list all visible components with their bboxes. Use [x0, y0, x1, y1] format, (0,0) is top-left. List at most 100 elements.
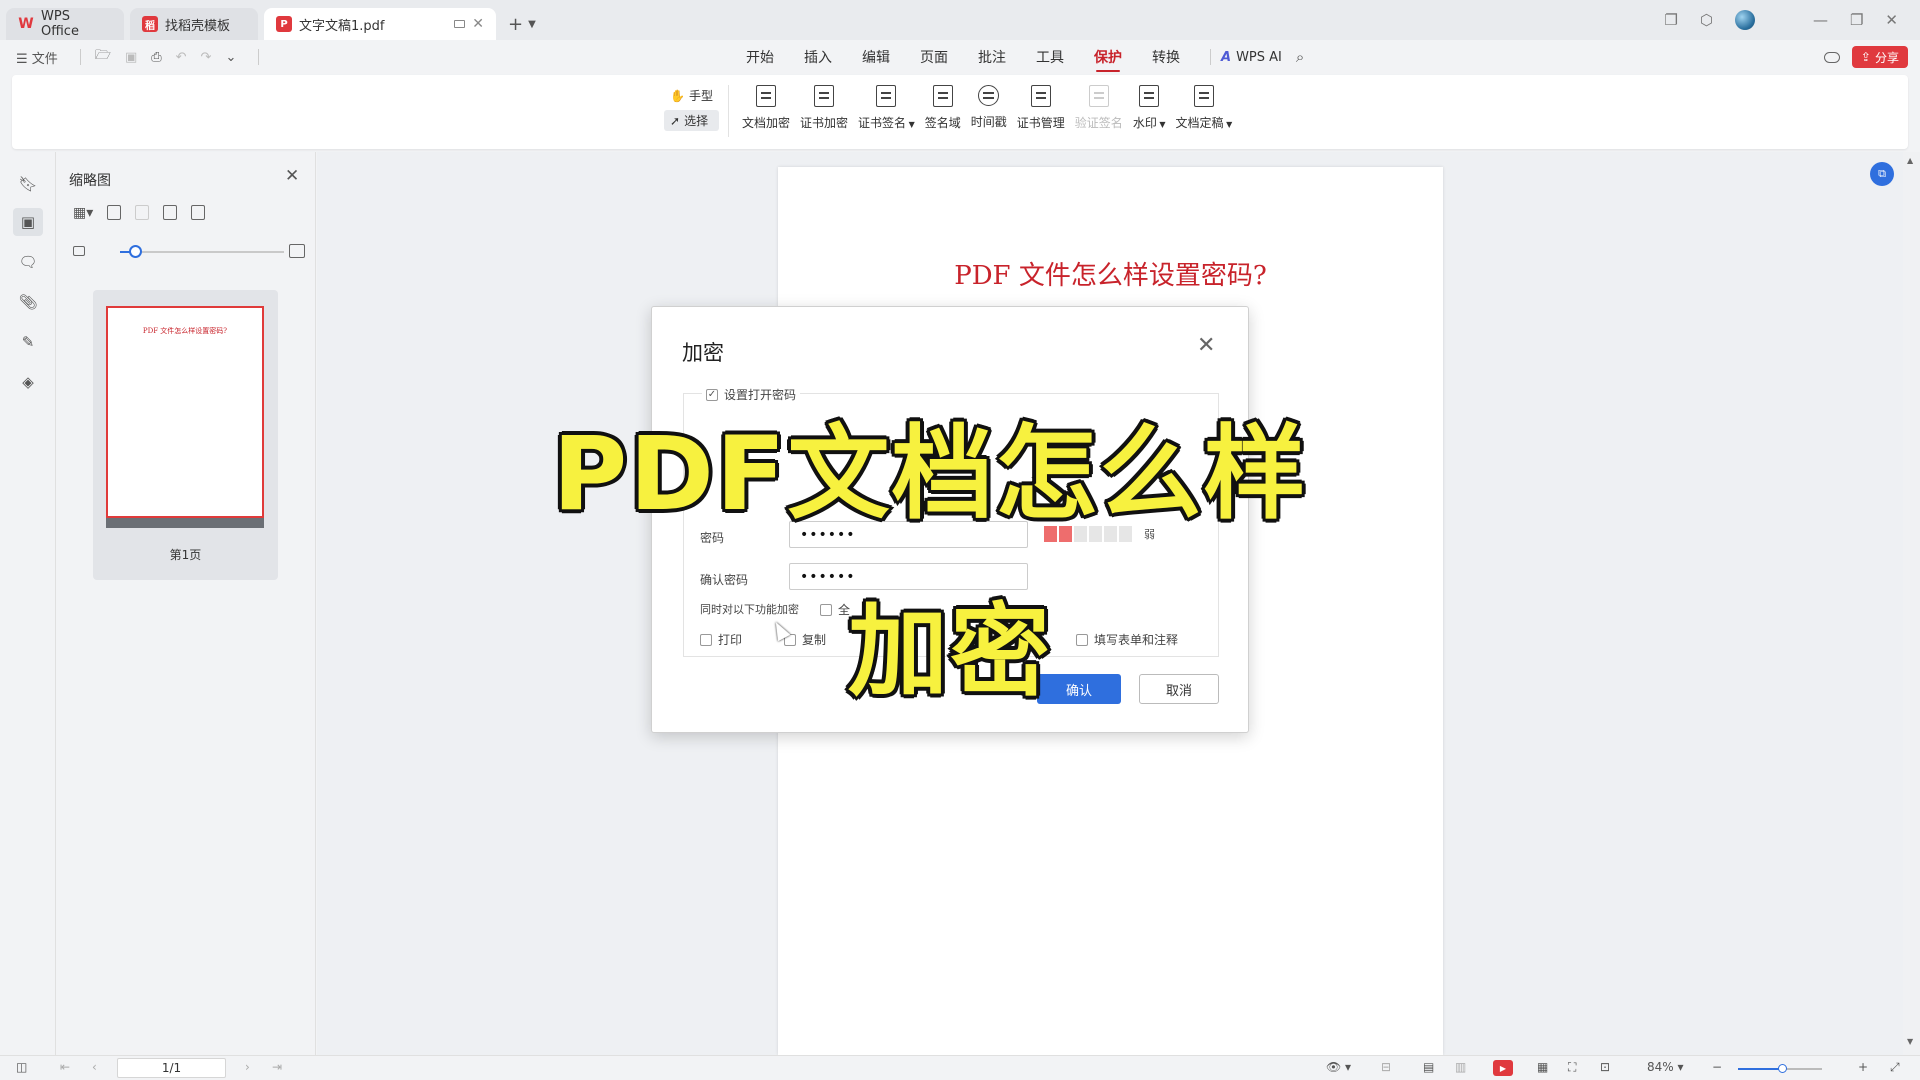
first-page-icon[interactable]: ⇤	[60, 1060, 70, 1074]
paste-page-icon[interactable]	[191, 205, 206, 220]
close-window-icon[interactable]: ✕	[1885, 11, 1898, 29]
thumbnail-page-text: PDF 文件怎么样设置密码?	[142, 327, 228, 335]
zoom-out-icon[interactable]: −	[1712, 1060, 1722, 1074]
menu-right: ⇪ 分享	[1823, 46, 1908, 68]
reading-mode-icon[interactable]: ⊡	[1600, 1060, 1610, 1074]
watermark-button[interactable]: 水印 ▼	[1131, 85, 1168, 131]
comment-icon[interactable]: 🗨︎	[16, 250, 40, 274]
hand-tool-button[interactable]: ✋ 手型	[664, 85, 719, 106]
window-layout-icon[interactable]: ❐	[1664, 11, 1677, 29]
redo-icon[interactable]: ↷	[201, 50, 212, 65]
undo-icon[interactable]: ↶	[176, 50, 187, 65]
next-page-icon[interactable]: ›	[245, 1060, 250, 1074]
last-page-icon[interactable]: ⇥	[272, 1060, 282, 1074]
tab-daoke-template[interactable]: 稻 找稻壳模板	[130, 8, 258, 40]
open-folder-icon[interactable]: 🗁	[95, 46, 111, 68]
hand-label: 手型	[688, 89, 713, 103]
translate-float-icon[interactable]: ⧉	[1870, 162, 1894, 186]
certificate-manage-button[interactable]: 证书管理	[1015, 85, 1067, 131]
avatar[interactable]	[1734, 10, 1755, 30]
select-label: 选择	[684, 114, 709, 128]
tab-tools[interactable]: 工具	[1036, 40, 1064, 74]
new-tab-button[interactable]: + ▼	[508, 8, 536, 40]
scroll-up-icon[interactable]: ▲	[1907, 156, 1913, 165]
share-button[interactable]: ⇪ 分享	[1851, 46, 1908, 68]
timestamp-button[interactable]: 时间戳	[969, 85, 1009, 131]
prev-page-icon[interactable]: ‹	[92, 1060, 97, 1074]
share-label: 分享	[1874, 50, 1899, 65]
layers-icon[interactable]: ◈	[16, 370, 40, 394]
fit-page-icon[interactable]: ⛶	[1568, 1060, 1576, 1075]
scroll-down-icon[interactable]: ▼	[1907, 1037, 1913, 1046]
columns-view-icon[interactable]: ▦	[1537, 1060, 1548, 1074]
print-icon[interactable]: ⎙	[151, 50, 161, 65]
tab-insert[interactable]: 插入	[804, 40, 832, 74]
cube-icon[interactable]: ⬡	[1700, 11, 1713, 29]
tab-annotate[interactable]: 批注	[978, 40, 1006, 74]
encrypt-document-button[interactable]: 文档加密	[740, 85, 792, 131]
tool-label: 证书管理	[1016, 116, 1065, 130]
delete-page-icon[interactable]	[135, 205, 150, 220]
zoom-slider-knob[interactable]	[1778, 1064, 1787, 1073]
thumbnail-zoom-knob[interactable]	[129, 245, 143, 258]
close-panel-icon[interactable]: ✕	[285, 166, 299, 186]
certificate-sign-button[interactable]: 证书签名 ▼	[856, 85, 917, 131]
tab-start[interactable]: 开始	[746, 40, 774, 74]
cloud-sync-icon[interactable]	[1823, 51, 1840, 63]
monitor-icon[interactable]	[454, 20, 466, 28]
thumbnail-icon[interactable]: ▣	[13, 208, 43, 236]
zoom-in-icon[interactable]: +	[1858, 1060, 1868, 1074]
tool-text: 证书签名	[858, 116, 907, 130]
tab-page[interactable]: 页面	[920, 40, 948, 74]
zoom-level[interactable]: 84% ▾	[1647, 1060, 1684, 1074]
chevron-down-icon: ▼	[906, 120, 915, 129]
attachment-icon[interactable]: 📎︎	[16, 290, 40, 314]
sidebar-toggle-icon[interactable]: ◫	[16, 1060, 27, 1074]
minimize-icon[interactable]: —	[1813, 11, 1828, 29]
tool-label: 水印 ▼	[1133, 114, 1166, 131]
eye-view-icon[interactable]: 👁︎ ▾	[1326, 1060, 1351, 1074]
tab-wps-office[interactable]: W WPS Office	[6, 8, 124, 40]
tool-label: 证书签名 ▼	[858, 114, 915, 131]
close-tab-icon[interactable]: ✕	[472, 16, 484, 32]
wps-ai-button[interactable]: A WPS AI	[1221, 50, 1282, 65]
save-icon[interactable]: ▣	[125, 50, 137, 65]
signature-field-icon	[932, 85, 953, 107]
restore-icon[interactable]: ❐	[1850, 11, 1863, 29]
finalize-document-button[interactable]: 文档定稿 ▼	[1174, 85, 1235, 131]
record-icon[interactable]: ▶	[1493, 1060, 1513, 1076]
thumbnail-zoom-track[interactable]	[120, 251, 284, 253]
tab-convert[interactable]: 转换	[1152, 40, 1180, 74]
signature-field-button[interactable]: 签名域	[923, 85, 963, 131]
more-dropdown-icon[interactable]: ⌄	[225, 50, 236, 65]
chevron-down-icon: ▼	[1223, 120, 1233, 129]
fit-width-icon[interactable]: ⊟	[1381, 1060, 1391, 1074]
add-page-icon[interactable]	[107, 205, 122, 220]
tab-protect[interactable]: 保护	[1094, 40, 1122, 74]
file-label: 文件	[31, 51, 58, 67]
page-number-input[interactable]: 1/1	[117, 1058, 226, 1078]
fullscreen-icon[interactable]: ⤢	[1890, 1060, 1900, 1075]
certificate-encrypt-button[interactable]: 证书加密	[798, 85, 850, 131]
search-icon[interactable]: ⌕	[1296, 48, 1304, 66]
verify-signature-button[interactable]: 验证签名	[1073, 85, 1125, 131]
tool-text: 水印	[1132, 116, 1157, 130]
tool-label: 验证签名	[1074, 116, 1123, 130]
grid-view-icon[interactable]: ▦▾	[73, 205, 93, 221]
small-image-icon[interactable]	[73, 246, 85, 256]
document-title: PDF 文件怎么样设置密码?	[954, 261, 1267, 291]
large-image-icon[interactable]	[289, 244, 305, 258]
copy-page-icon[interactable]	[163, 205, 178, 220]
tool-label: 证书加密	[800, 116, 849, 130]
tab-edit[interactable]: 编辑	[862, 40, 890, 74]
signature-pen-icon[interactable]: ✎	[16, 330, 40, 354]
two-page-icon[interactable]: ▥	[1455, 1060, 1466, 1074]
file-menu[interactable]: ☰ 文件	[16, 48, 58, 67]
bookmark-icon[interactable]: 🔖︎	[16, 172, 40, 196]
dialog-close-icon[interactable]: ✕	[1197, 333, 1215, 358]
single-page-icon[interactable]: ▤	[1423, 1060, 1434, 1074]
protect-tools: 文档加密 证书加密 证书签名 ▼ 签名域 时间戳 证书管理 验证签名 水印 ▼	[740, 85, 1234, 131]
cursor-mode-group: ✋ 手型 ➚ 选择	[664, 85, 719, 131]
select-tool-button[interactable]: ➚ 选择	[664, 110, 719, 131]
tab-pdf-document[interactable]: P 文字文稿1.pdf ✕	[264, 8, 496, 40]
